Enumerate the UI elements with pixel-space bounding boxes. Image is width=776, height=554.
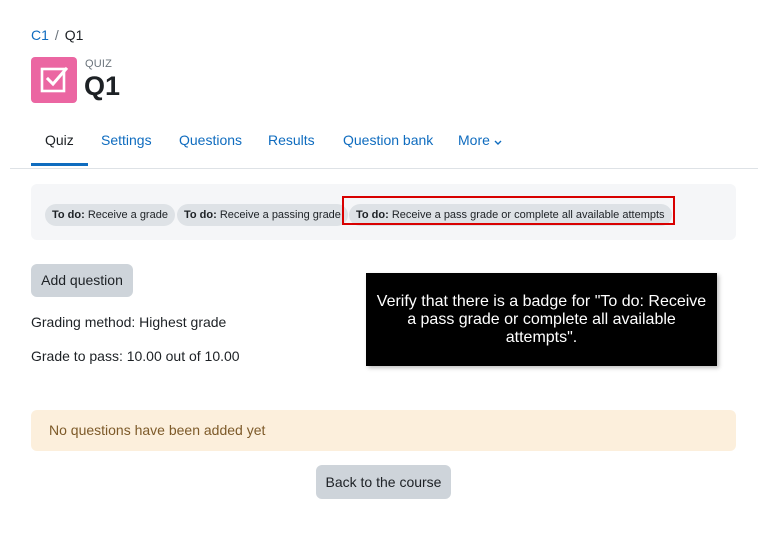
page-title: Q1 [84, 71, 121, 101]
badge-prefix: To do: [52, 209, 85, 221]
tab-more-label: More [458, 132, 490, 148]
grade-to-pass-text: Grade to pass: 10.00 out of 10.00 [31, 348, 240, 364]
breadcrumb-current: Q1 [64, 27, 84, 43]
secondary-navigation: Quiz Settings Questions Results Question… [10, 118, 758, 169]
tab-questions[interactable]: Questions [165, 118, 256, 166]
completion-badge-receive-grade: To do: Receive a grade [45, 204, 175, 226]
completion-badge-passing-grade: To do: Receive a passing grade [177, 204, 348, 226]
breadcrumb: C1 / Q1 [31, 27, 83, 43]
quiz-checkbox-icon [31, 57, 77, 103]
chevron-down-icon [494, 119, 502, 163]
breadcrumb-separator: / [54, 27, 59, 43]
highlight-frame [342, 196, 675, 225]
back-to-course-button[interactable]: Back to the course [316, 465, 451, 499]
tab-more[interactable]: More [444, 118, 516, 166]
no-questions-alert: No questions have been added yet [31, 410, 736, 451]
tab-settings[interactable]: Settings [87, 118, 166, 166]
grading-method-text: Grading method: Highest grade [31, 314, 227, 330]
add-question-button[interactable]: Add question [31, 264, 133, 297]
badge-text: Receive a passing grade [219, 209, 341, 221]
tab-quiz[interactable]: Quiz [31, 118, 88, 166]
badge-prefix: To do: [184, 209, 217, 221]
badge-text: Receive a grade [87, 209, 168, 221]
instruction-tooltip: Verify that there is a badge for "To do:… [366, 273, 717, 366]
tab-results[interactable]: Results [254, 118, 329, 166]
activity-type-label: QUIZ [85, 58, 113, 70]
tab-question-bank[interactable]: Question bank [329, 118, 447, 166]
breadcrumb-course-link[interactable]: C1 [31, 27, 49, 43]
